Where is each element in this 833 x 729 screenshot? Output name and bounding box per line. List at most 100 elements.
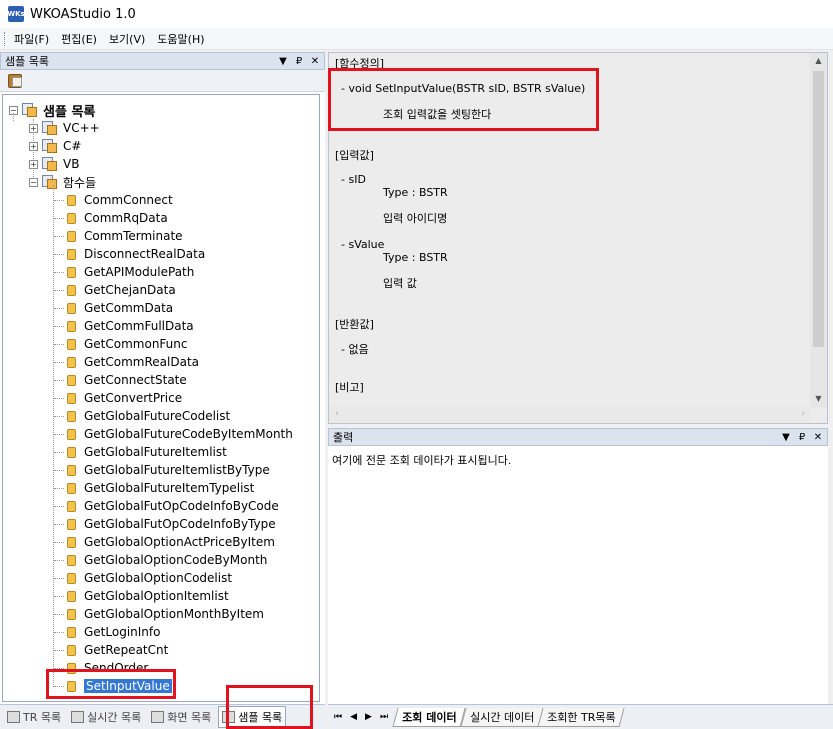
- function-item[interactable]: GetGlobalFutureItemTypelist: [67, 479, 254, 497]
- function-item[interactable]: GetConnectState: [67, 371, 187, 389]
- function-file-icon: [67, 590, 76, 602]
- function-item-label: GetGlobalFutureCodelist: [84, 409, 231, 423]
- function-item-label: GetGlobalFutureItemlistByType: [84, 463, 270, 477]
- tree-root[interactable]: − 샘플 목록: [9, 101, 95, 120]
- tree-folder-vc[interactable]: + VC++: [29, 119, 100, 137]
- function-item[interactable]: GetGlobalFutOpCodeInfoByCode: [67, 497, 279, 515]
- tree-folder-csharp[interactable]: + C#: [29, 137, 81, 155]
- tab-label: TR 목록: [23, 711, 62, 724]
- output-header: 출력 ▼ ₽ ✕: [328, 428, 828, 446]
- function-item[interactable]: GetGlobalFutureItemlist: [67, 443, 227, 461]
- dropdown-icon[interactable]: ▼: [781, 432, 791, 443]
- scroll-down-icon[interactable]: ▼: [810, 391, 827, 407]
- function-item-label: GetGlobalFutureItemlist: [84, 445, 227, 459]
- prev-tab-icon[interactable]: ◀: [350, 712, 357, 722]
- detail-vertical-scrollbar[interactable]: ▲ ▼: [810, 53, 827, 407]
- tab-queried-tr-list[interactable]: 조회한 TR목록: [537, 707, 625, 727]
- function-item[interactable]: SendOrder: [67, 659, 148, 677]
- output-tab-strip: ⏮ ◀ ▶ ⏭ 조회 데이터 실시간 데이터 조회한 TR목록: [328, 704, 833, 729]
- title-bar: WKs WKOAStudio 1.0: [0, 0, 833, 28]
- function-item-label: GetCommData: [84, 301, 174, 315]
- scroll-right-icon[interactable]: ›: [795, 406, 811, 423]
- close-icon[interactable]: ✕: [813, 432, 823, 443]
- menu-help[interactable]: 도움말(H): [151, 29, 210, 49]
- function-item[interactable]: GetLoginInfo: [67, 623, 160, 641]
- tab-sample-list[interactable]: 샘플 목록: [218, 706, 287, 728]
- tab-tr-list[interactable]: TR 목록: [4, 707, 64, 727]
- function-item[interactable]: CommConnect: [67, 191, 173, 209]
- function-item[interactable]: GetGlobalFutureCodeByItemMonth: [67, 425, 293, 443]
- tab-realtime-list[interactable]: 실시간 목록: [68, 707, 144, 727]
- function-item[interactable]: GetGlobalOptionCodeByMonth: [67, 551, 267, 569]
- scroll-up-icon[interactable]: ▲: [810, 53, 827, 69]
- tab-realtime-data[interactable]: 실시간 데이터: [459, 707, 544, 727]
- function-file-icon: [67, 230, 76, 242]
- output-panel: 출력 ▼ ₽ ✕ 여기에 전문 조회 데이타가 표시됩니다.: [328, 428, 828, 704]
- function-item-label: SendOrder: [84, 661, 149, 675]
- function-item[interactable]: GetCommFullData: [67, 317, 194, 335]
- function-item-label: CommConnect: [84, 193, 173, 207]
- menu-edit[interactable]: 편집(E): [55, 29, 103, 49]
- function-item[interactable]: GetConvertPrice: [67, 389, 182, 407]
- detail-param-svalue-type: Type : BSTR: [383, 251, 448, 264]
- close-icon[interactable]: ✕: [310, 56, 320, 67]
- tab-screen-list[interactable]: 화면 목록: [148, 707, 214, 727]
- tree-folder-functions[interactable]: − 함수들: [29, 173, 96, 191]
- sample-toolbar: [0, 70, 325, 92]
- function-item-label: CommRqData: [84, 211, 168, 225]
- function-item[interactable]: CommTerminate: [67, 227, 183, 245]
- dropdown-icon[interactable]: ▼: [278, 56, 288, 67]
- function-item[interactable]: GetGlobalOptionActPriceByItem: [67, 533, 275, 551]
- last-tab-icon[interactable]: ⏭: [380, 712, 388, 722]
- function-item[interactable]: SetInputValue: [67, 677, 172, 695]
- function-item[interactable]: GetGlobalOptionCodelist: [67, 569, 232, 587]
- menu-view[interactable]: 보기(V): [103, 29, 151, 49]
- tree-folder-vb[interactable]: + VB: [29, 155, 79, 173]
- sample-list-icon: [222, 711, 236, 723]
- pin-icon[interactable]: ₽: [294, 56, 304, 67]
- collapse-icon[interactable]: −: [29, 177, 38, 187]
- expand-icon[interactable]: +: [29, 159, 38, 169]
- function-item-label: GetGlobalFutOpCodeInfoByType: [84, 517, 276, 531]
- pin-icon[interactable]: ₽: [797, 432, 807, 443]
- expand-icon[interactable]: +: [29, 141, 38, 151]
- function-item[interactable]: GetAPIModulePath: [67, 263, 194, 281]
- scroll-left-icon[interactable]: ‹: [329, 406, 345, 423]
- function-file-icon: [67, 482, 76, 494]
- menu-file[interactable]: 파일(F): [8, 29, 55, 49]
- function-item[interactable]: GetCommonFunc: [67, 335, 188, 353]
- function-item-label: CommTerminate: [84, 229, 183, 243]
- function-detail-text[interactable]: [함수정의] - void SetInputValue(BSTR sID, BS…: [331, 53, 811, 407]
- detail-signature: - void SetInputValue(BSTR sID, BSTR sVal…: [341, 82, 586, 95]
- function-item-label: GetConnectState: [84, 373, 187, 387]
- open-book-icon[interactable]: [8, 73, 22, 88]
- first-tab-icon[interactable]: ⏮: [334, 712, 342, 722]
- function-item[interactable]: GetGlobalFutureItemlistByType: [67, 461, 270, 479]
- function-item[interactable]: GetChejanData: [67, 281, 176, 299]
- function-item-label: GetGlobalOptionItemlist: [84, 589, 229, 603]
- function-detail-panel: [함수정의] - void SetInputValue(BSTR sID, BS…: [328, 52, 828, 424]
- expand-icon[interactable]: +: [29, 123, 38, 133]
- sample-list-header: 샘플 목록 ▼ ₽ ✕: [0, 52, 325, 70]
- detail-horizontal-scrollbar[interactable]: ‹ ›: [329, 406, 811, 423]
- function-item[interactable]: GetGlobalOptionMonthByItem: [67, 605, 264, 623]
- next-tab-icon[interactable]: ▶: [365, 712, 372, 722]
- function-item[interactable]: GetCommData: [67, 299, 173, 317]
- function-item[interactable]: GetGlobalFutureCodelist: [67, 407, 230, 425]
- app-icon: WKs: [7, 6, 25, 22]
- function-item[interactable]: DisconnectRealData: [67, 245, 205, 263]
- function-item[interactable]: GetRepeatCnt: [67, 641, 168, 659]
- function-item-label: GetRepeatCnt: [84, 643, 169, 657]
- function-item[interactable]: GetGlobalOptionItemlist: [67, 587, 229, 605]
- sample-tree[interactable]: − 샘플 목록 + VC++ + C# + VB − 함수들 CommConne…: [2, 94, 320, 702]
- function-file-icon: [67, 428, 76, 440]
- function-file-icon: [67, 194, 76, 206]
- function-file-icon: [67, 536, 76, 548]
- detail-param-svalue: - sValue: [341, 238, 385, 251]
- function-item[interactable]: GetCommRealData: [67, 353, 199, 371]
- tab-query-data[interactable]: 조회 데이터: [392, 707, 467, 727]
- scroll-thumb[interactable]: [813, 71, 824, 347]
- realtime-list-icon: [71, 711, 85, 723]
- function-item[interactable]: CommRqData: [67, 209, 168, 227]
- function-item[interactable]: GetGlobalFutOpCodeInfoByType: [67, 515, 276, 533]
